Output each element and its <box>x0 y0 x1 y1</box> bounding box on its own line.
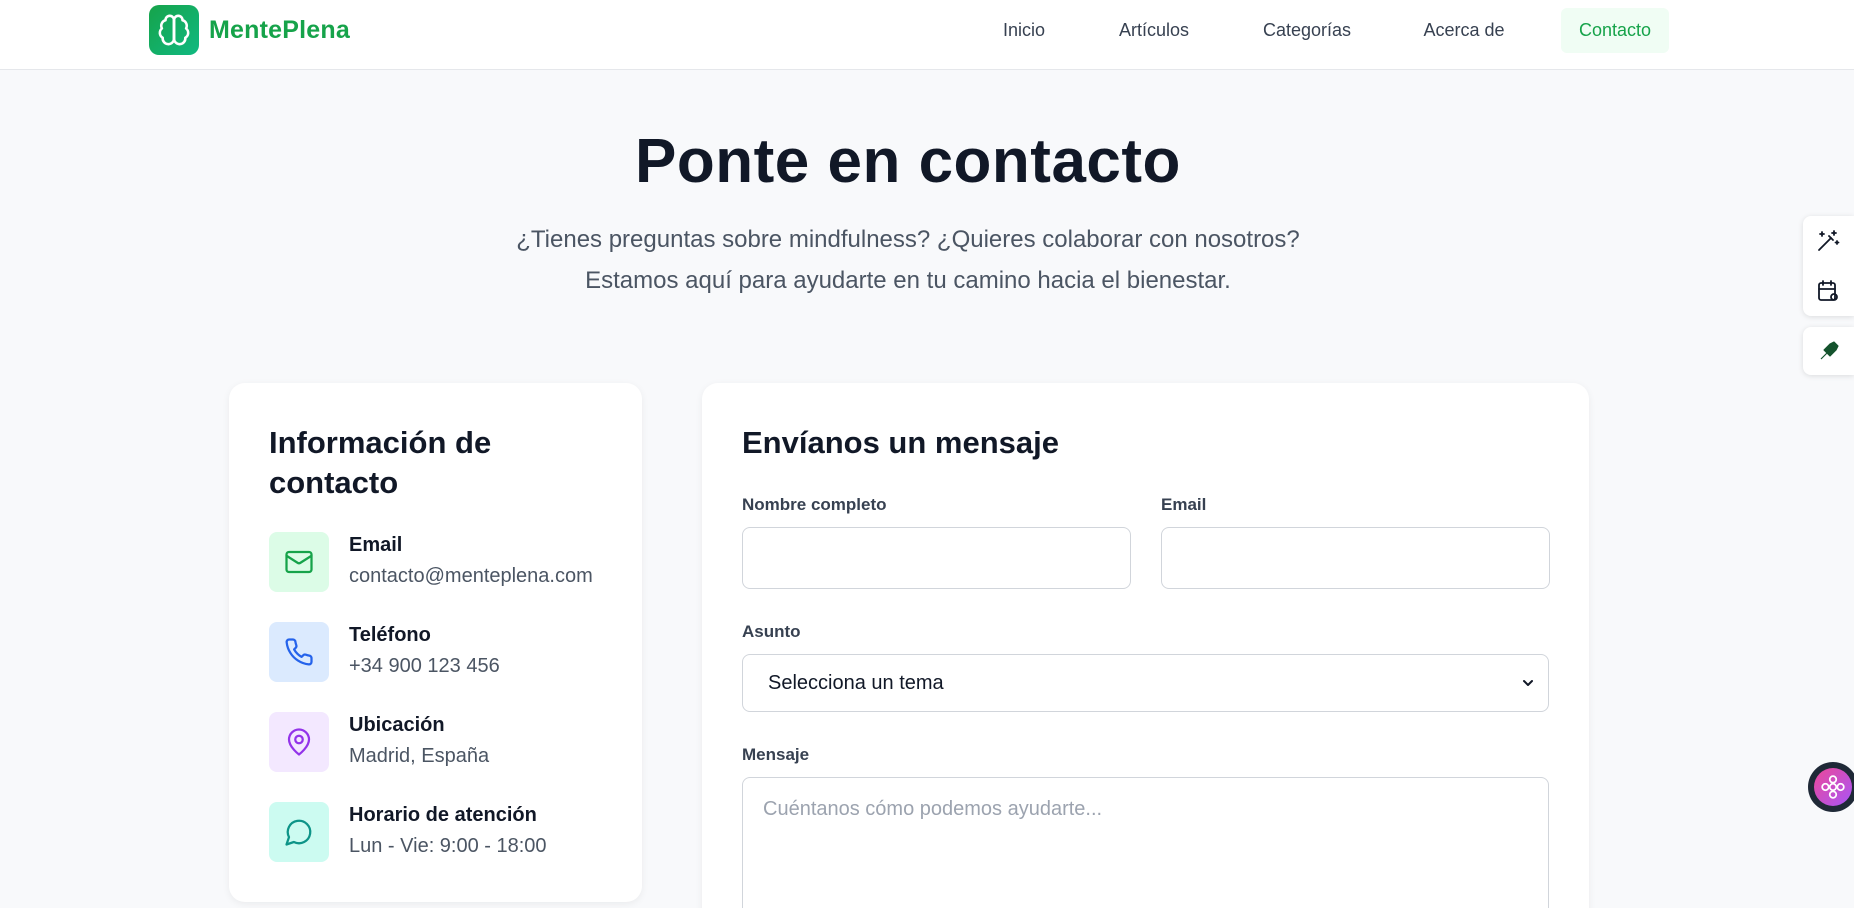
email-input[interactable] <box>1161 527 1550 589</box>
contact-item-value: Lun - Vie: 9:00 - 18:00 <box>349 835 547 857</box>
contact-item-value: Madrid, España <box>349 745 490 767</box>
chevron-down-icon <box>1520 674 1536 697</box>
hero-subtitle-line1: ¿Tienes preguntas sobre mindfulness? ¿Qu… <box>516 226 1300 253</box>
nav-inicio[interactable]: Inicio <box>980 8 1068 53</box>
contact-info-title: Información de contacto <box>269 423 491 503</box>
contact-item-email: Email contacto@menteplena.com <box>269 532 629 594</box>
page-title: Ponte en contacto <box>635 127 1181 196</box>
subject-label: Asunto <box>742 622 801 641</box>
name-input[interactable] <box>742 527 1131 589</box>
contact-item-value[interactable]: +34 900 123 456 <box>349 655 500 678</box>
contact-item-label: Teléfono <box>349 624 431 646</box>
brand-name: MentePlena <box>209 15 350 44</box>
contact-item-label: Email <box>349 534 403 556</box>
contact-item-phone: Teléfono +34 900 123 456 <box>269 622 629 684</box>
phone-icon <box>269 622 329 682</box>
form-title: Envíanos un mensaje <box>742 425 1059 460</box>
nav-categorias[interactable]: Categorías <box>1250 8 1364 53</box>
contact-item-label: Horario de atención <box>349 804 537 826</box>
floating-assistant-button[interactable] <box>1808 762 1854 812</box>
contact-item-hours: Horario de atención Lun - Vie: 9:00 - 18… <box>269 802 629 864</box>
nav-contacto[interactable]: Contacto <box>1561 8 1669 53</box>
contact-item-location: Ubicación Madrid, España <box>269 712 629 774</box>
subject-select[interactable]: Selecciona un tema <box>742 654 1549 712</box>
mail-icon <box>269 532 329 592</box>
magic-edit-icon[interactable] <box>1813 226 1843 256</box>
nav-articulos[interactable]: Artículos <box>1100 8 1208 53</box>
contact-form-card: Envíanos un mensaje Nombre completo Emai… <box>702 383 1589 908</box>
message-label: Mensaje <box>742 745 810 764</box>
extension-toolbar <box>1803 216 1854 316</box>
contact-info-title-line1: Información de <box>269 425 492 460</box>
brand-logo[interactable]: MentePlena <box>149 5 350 55</box>
nav-acerca-de[interactable]: Acerca de <box>1407 8 1521 53</box>
site-header: MentePlena Inicio Artículos Categorías A… <box>0 0 1854 70</box>
email-label: Email <box>1161 495 1207 514</box>
name-label: Nombre completo <box>742 495 887 514</box>
message-circle-icon <box>269 802 329 862</box>
calendar-settings-icon[interactable] <box>1813 276 1843 306</box>
message-textarea[interactable] <box>742 777 1549 908</box>
contact-info-card: Información de contacto Email contacto@m… <box>229 383 642 902</box>
pin-extension-icon[interactable] <box>1803 327 1854 375</box>
flower-icon <box>1814 768 1852 806</box>
hero-subtitle-line2: Estamos aquí para ayudarte en tu camino … <box>585 267 1231 294</box>
contact-item-label: Ubicación <box>349 714 445 736</box>
contact-info-title-line2: contacto <box>269 465 399 500</box>
contact-item-value[interactable]: contacto@menteplena.com <box>349 565 593 588</box>
map-pin-icon <box>269 712 329 772</box>
brain-icon <box>149 5 199 55</box>
subject-selected-value: Selecciona un tema <box>768 671 944 694</box>
